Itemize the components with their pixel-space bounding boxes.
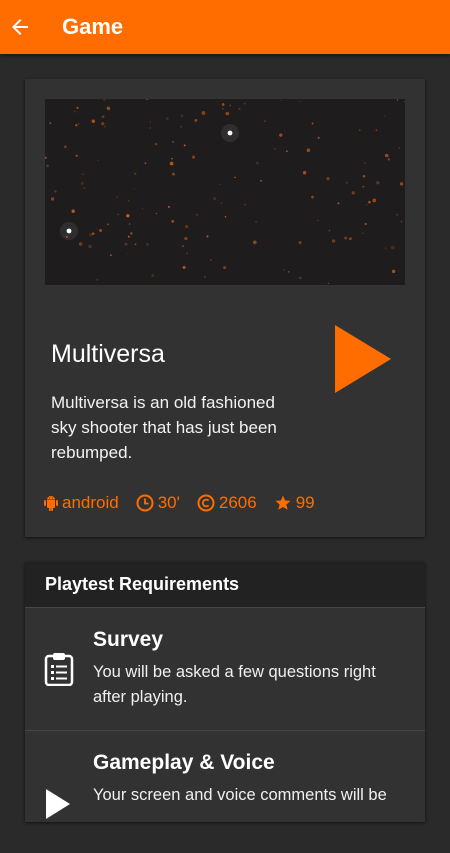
rating-value: 99	[295, 493, 315, 512]
clipboard-icon	[44, 653, 74, 686]
requirement-item-gameplay-voice: Gameplay & Voice Your screen and voice c…	[25, 730, 425, 853]
requirements-header: Playtest Requirements	[25, 562, 425, 607]
plays-info: 2606	[197, 493, 257, 513]
back-button[interactable]	[0, 7, 40, 47]
requirement-item-survey: Survey You will be asked a few questions…	[25, 607, 425, 730]
requirement-title: Gameplay & Voice	[93, 751, 275, 774]
platform-label: android	[62, 493, 119, 512]
android-icon	[44, 496, 58, 511]
platform-info: android	[44, 493, 119, 513]
arrow-left-icon	[12, 19, 28, 35]
duration-info: 30'	[136, 493, 180, 513]
app-bar: Game	[0, 0, 450, 54]
game-title: Multiversa	[51, 340, 165, 368]
requirements-card: Playtest Requirements Survey You will be…	[25, 562, 425, 822]
copyright-icon	[197, 494, 215, 512]
requirement-description: You will be asked a few questions right …	[93, 663, 376, 706]
requirement-description: Your screen and voice comments will be	[93, 786, 387, 804]
requirement-title: Survey	[93, 628, 164, 651]
game-description: Multiversa is an old fashioned sky shoot…	[51, 393, 277, 462]
clock-icon	[136, 494, 154, 512]
plays-count: 2606	[218, 493, 257, 512]
play-icon	[335, 325, 391, 393]
star-icon	[275, 495, 291, 510]
duration-label: 30'	[157, 493, 180, 512]
game-meta-row: android 30' 2606 99	[44, 492, 332, 514]
play-icon	[46, 789, 70, 819]
play-button[interactable]	[333, 324, 393, 394]
rating-info: 99	[274, 493, 315, 513]
page-title: Game	[62, 14, 124, 39]
game-banner-image	[45, 99, 405, 285]
game-card: Multiversa Multiversa is an old fashione…	[25, 79, 425, 537]
